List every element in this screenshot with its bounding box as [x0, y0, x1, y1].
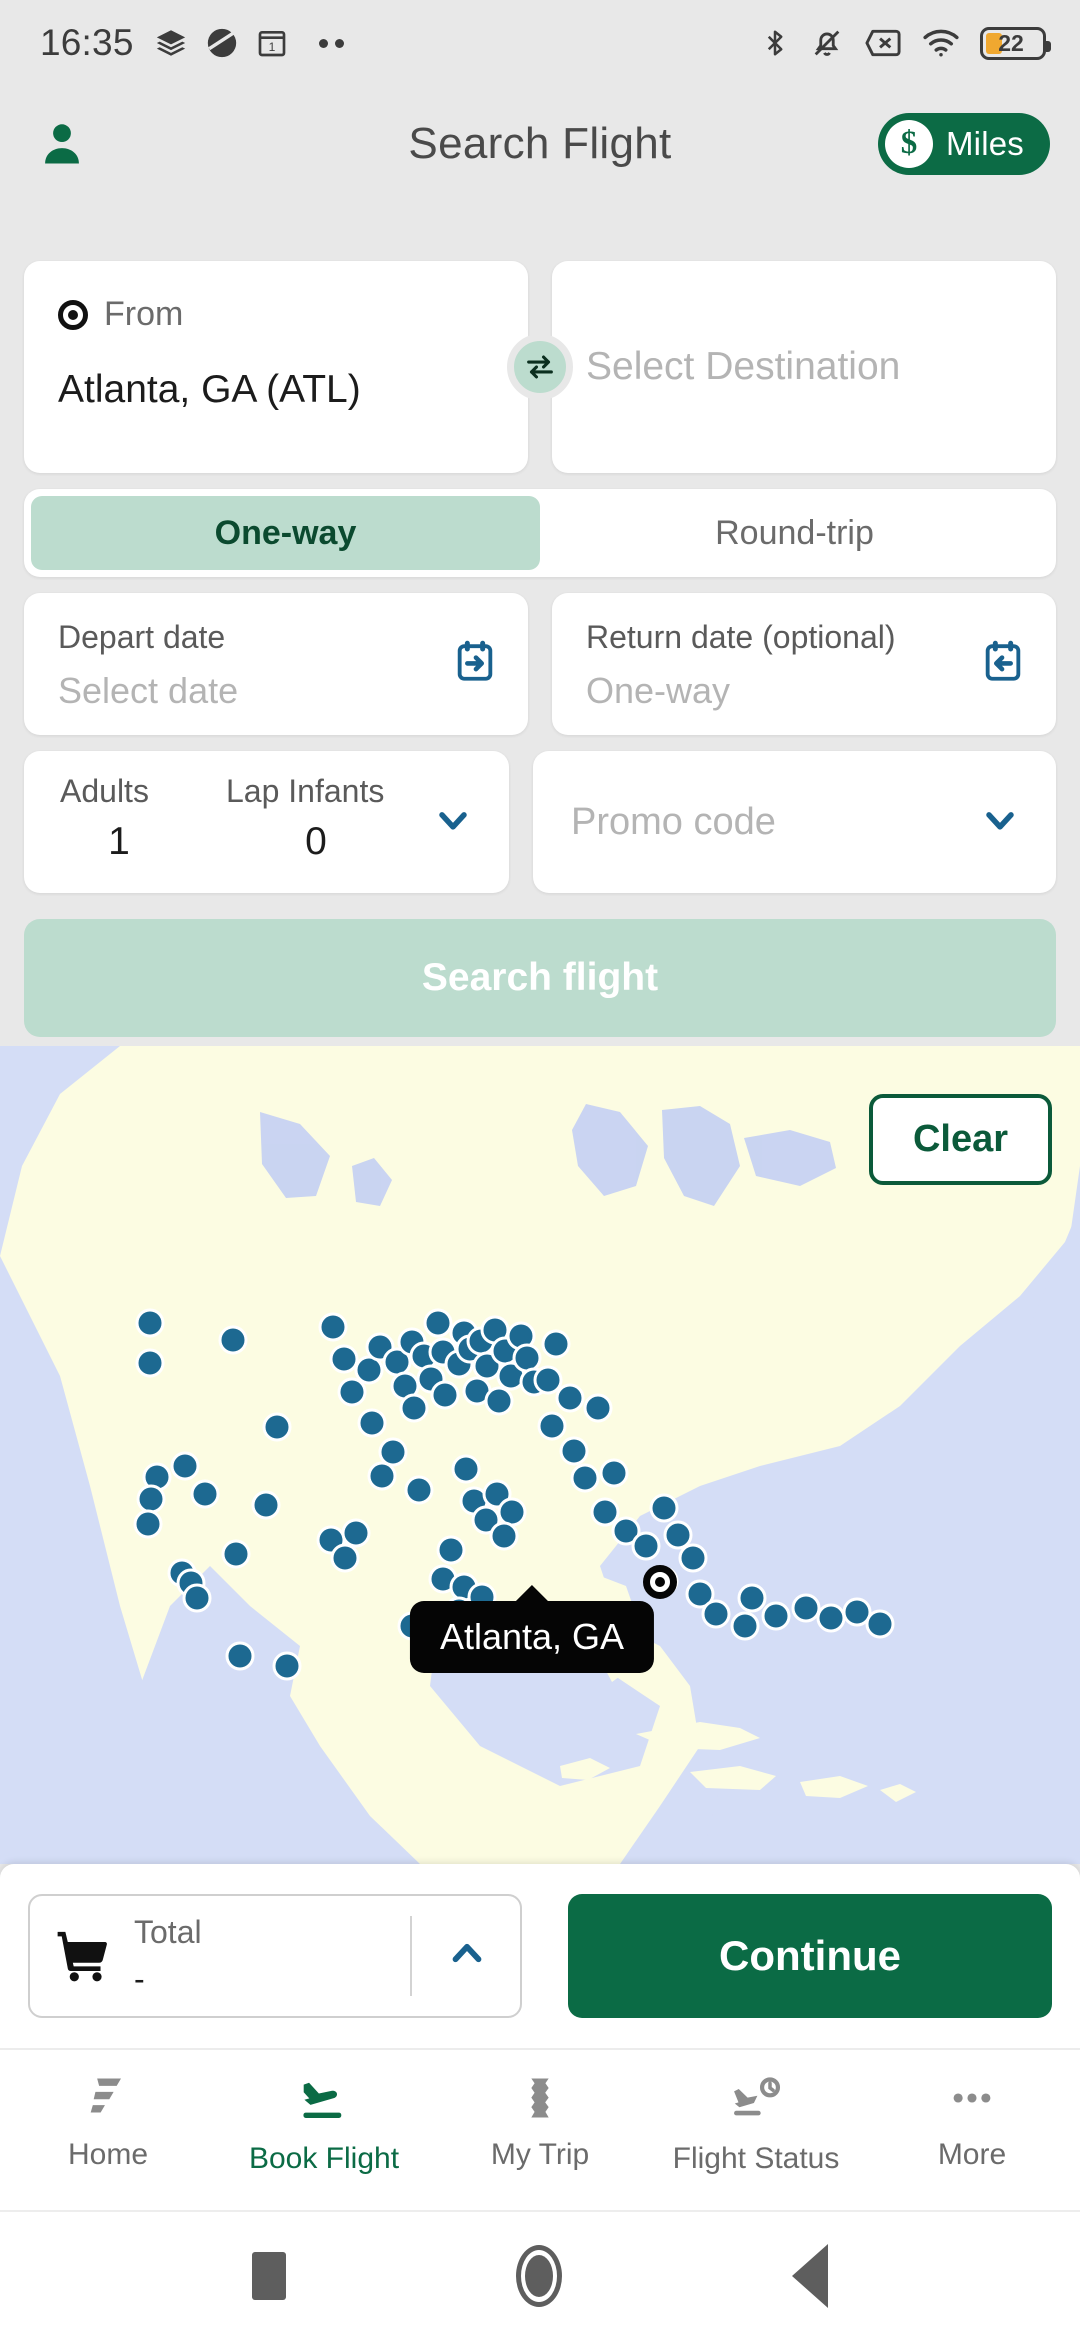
chevron-up-icon[interactable] — [444, 1931, 490, 1982]
nav-item-flight-status[interactable]: Flight Status — [648, 2072, 864, 2176]
battery-icon: 22 — [980, 26, 1051, 60]
nav-label-flight-status: Flight Status — [672, 2142, 840, 2175]
calendar-return-icon — [980, 639, 1026, 690]
route-map[interactable]: Clear — [0, 1046, 1080, 1864]
calendar-one-icon: 1 — [258, 31, 285, 57]
app-screen: 16:35 1 22 Search Flight $ Miles From At… — [0, 0, 1080, 2340]
nav-item-book-flight[interactable]: Book Flight — [216, 2072, 432, 2176]
status-bar-clock: 16:35 — [40, 22, 134, 63]
swap-origin-destination-button[interactable] — [507, 334, 573, 400]
depart-date-label: Depart date — [58, 619, 226, 655]
app-header: Search Flight $ Miles — [0, 86, 1080, 201]
status-bar: 16:35 1 22 — [0, 0, 1080, 86]
origin-destination-row: From Atlanta, GA (ATL) Select Destinatio… — [24, 261, 1056, 473]
return-date-field[interactable]: Return date (optional) One-way — [552, 593, 1056, 735]
triangle-left-icon[interactable] — [792, 2244, 828, 2308]
trip-type-one-way[interactable]: One-way — [31, 496, 540, 570]
svg-text:1: 1 — [268, 40, 275, 54]
depart-date-value: Select date — [58, 670, 239, 711]
total-summary[interactable]: Total - — [28, 1894, 522, 2018]
nav-label-more: More — [937, 2138, 1007, 2171]
total-divider — [410, 1916, 412, 1996]
total-bar: Total - Continue — [0, 1864, 1080, 2048]
promo-code-field[interactable]: Promo code — [533, 751, 1056, 893]
square-icon[interactable] — [252, 2252, 286, 2300]
destination-placeholder: Select Destination — [586, 345, 901, 388]
total-value: - — [134, 1961, 145, 1997]
dates-row: Depart date Select date Return date (opt… — [24, 593, 1056, 735]
passengers-field[interactable]: Adults Lap Infants 1 0 — [24, 751, 509, 893]
nav-label-my-trip: My Trip — [490, 2138, 590, 2171]
promo-code-placeholder: Promo code — [571, 800, 776, 843]
total-label: Total — [134, 1914, 202, 1950]
ticket-icon — [531, 2078, 549, 2118]
swap-horizontal-icon — [527, 355, 553, 379]
plane-landing-icon — [303, 2082, 342, 2118]
depart-date-field[interactable]: Depart date Select date — [24, 593, 528, 735]
nav-item-my-trip[interactable]: My Trip — [432, 2072, 648, 2172]
wifi-icon — [923, 29, 959, 57]
bluetooth-icon — [767, 30, 783, 56]
layers-icon — [156, 30, 185, 56]
lap-infants-value: 0 — [305, 820, 327, 863]
map-city-tooltip: Atlanta, GA — [409, 1601, 655, 1673]
miles-button[interactable]: $ Miles — [877, 112, 1050, 175]
adults-label: Adults — [60, 773, 149, 809]
search-panel: From Atlanta, GA (ATL) Select Destinatio… — [0, 201, 1080, 1046]
chevron-down-icon[interactable] — [431, 798, 475, 847]
shopping-cart-icon — [57, 1931, 107, 1982]
continue-button[interactable]: Continue — [568, 1894, 1052, 2018]
globe-icon — [207, 28, 236, 58]
sim-card-missing-icon — [865, 29, 901, 57]
nav-item-home[interactable]: Home — [0, 2072, 216, 2172]
status-bar-notification-icons: 1 — [154, 26, 344, 60]
nav-item-more[interactable]: More — [864, 2072, 1080, 2172]
bottom-navigation: Home Book Flight My Trip Flight Status M… — [0, 2048, 1080, 2210]
more-dots-icon — [953, 2093, 991, 2103]
miles-label: Miles — [945, 124, 1024, 162]
passengers-promo-row: Adults Lap Infants 1 0 Promo code — [24, 751, 1056, 893]
return-date-label: Return date (optional) — [586, 619, 896, 655]
trip-type-round-trip[interactable]: Round-trip — [540, 496, 1049, 570]
adults-value: 1 — [108, 820, 130, 863]
battery-percent-label: 22 — [998, 29, 1024, 56]
dollar-icon: $ — [884, 119, 933, 168]
clear-map-button[interactable]: Clear — [868, 1094, 1052, 1185]
nav-label-home: Home — [67, 2138, 149, 2171]
lap-infants-label: Lap Infants — [226, 773, 385, 809]
origin-label: From — [104, 295, 184, 333]
status-bar-system-icons: 22 — [760, 25, 1051, 61]
search-flight-button[interactable]: Search flight — [24, 919, 1056, 1037]
plane-clock-icon — [734, 2077, 781, 2116]
target-icon — [58, 299, 88, 330]
return-date-value: One-way — [586, 670, 731, 711]
selected-origin-marker[interactable] — [643, 1565, 677, 1599]
android-navigation-bar — [0, 2210, 1080, 2340]
nav-label-book-flight: Book Flight — [248, 2142, 400, 2175]
chevron-down-icon[interactable] — [978, 798, 1022, 847]
home-logo-icon — [90, 2078, 121, 2113]
trip-type-toggle: One-way Round-trip — [24, 489, 1056, 577]
notifications-off-icon — [814, 30, 840, 56]
destination-field[interactable]: Select Destination — [552, 261, 1056, 473]
origin-value: Atlanta, GA (ATL) — [58, 368, 361, 411]
calendar-depart-icon — [452, 639, 498, 690]
status-overflow-dots-icon — [318, 38, 344, 48]
origin-field[interactable]: From Atlanta, GA (ATL) — [24, 261, 528, 473]
circle-icon[interactable] — [516, 2245, 562, 2307]
